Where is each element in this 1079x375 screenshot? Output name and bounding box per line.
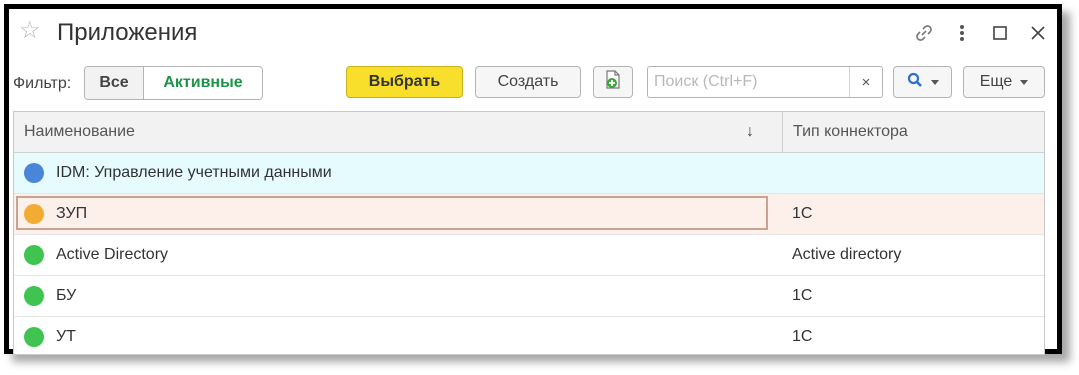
- row-name: УТ: [56, 328, 76, 345]
- more-button[interactable]: Еще: [963, 66, 1045, 98]
- status-dot-icon: [24, 327, 44, 347]
- link-icon[interactable]: [909, 17, 939, 49]
- maximize-icon[interactable]: [985, 17, 1015, 49]
- column-header-name[interactable]: Наименование: [24, 112, 764, 152]
- row-name: IDM: Управление учетными данными: [56, 164, 332, 181]
- table-row[interactable]: БУ 1С: [14, 276, 1044, 317]
- applications-table: Наименование ↓ Тип коннектора IDM: Управ…: [13, 111, 1045, 355]
- table-row[interactable]: IDM: Управление учетными данными: [14, 153, 1044, 194]
- clear-search-button[interactable]: ×: [849, 67, 882, 97]
- filter-label: Фильтр:: [13, 75, 72, 92]
- search-icon: [907, 72, 923, 93]
- current-cell-frame: [16, 196, 768, 230]
- more-vertical-icon[interactable]: [947, 17, 977, 49]
- add-document-icon: [604, 69, 622, 95]
- row-name: ЗУП: [56, 205, 88, 222]
- more-button-label: Еще: [979, 73, 1013, 90]
- status-dot-icon: [24, 245, 44, 265]
- row-connector-type: 1С: [792, 205, 813, 222]
- search-options-button[interactable]: [893, 66, 952, 98]
- select-button[interactable]: Выбрать: [346, 66, 463, 98]
- filter-active-button[interactable]: Активные: [144, 67, 262, 99]
- applications-window: ☆ Приложения Фильтр: Все Активные Выбрат…: [4, 4, 1062, 355]
- column-header-connector-type[interactable]: Тип коннектора: [782, 112, 1042, 152]
- page-title: Приложения: [57, 19, 198, 46]
- search-input[interactable]: [648, 67, 860, 97]
- title-bar: ☆ Приложения: [9, 9, 1057, 57]
- row-connector-type: 1С: [792, 328, 813, 345]
- create-copy-button[interactable]: [593, 66, 633, 98]
- row-connector-type: 1С: [792, 287, 813, 304]
- row-name: Active Directory: [56, 246, 169, 263]
- table-row[interactable]: ЗУП 1С: [14, 194, 1044, 235]
- create-button[interactable]: Создать: [475, 66, 581, 98]
- search-field: ×: [647, 66, 883, 98]
- star-icon[interactable]: ☆: [19, 19, 41, 43]
- table-header: Наименование ↓ Тип коннектора: [14, 112, 1044, 153]
- chevron-down-icon: [1020, 73, 1029, 91]
- filter-all-button[interactable]: Все: [85, 67, 144, 99]
- row-connector-type: Active directory: [792, 246, 902, 263]
- command-bar: Фильтр: Все Активные Выбрать Создать × Е…: [9, 63, 1057, 103]
- row-connector-type: [782, 153, 792, 193]
- status-dot-icon: [24, 286, 44, 306]
- sort-descending-icon: ↓: [746, 123, 754, 140]
- table-row[interactable]: Active Directory Active directory: [14, 235, 1044, 276]
- status-dot-icon: [24, 163, 44, 183]
- close-icon[interactable]: [1023, 17, 1053, 49]
- table-row[interactable]: УТ 1С: [14, 317, 1044, 354]
- status-dot-icon: [24, 204, 44, 224]
- filter-switch: Все Активные: [84, 66, 263, 100]
- chevron-down-icon: [930, 73, 939, 91]
- row-name: БУ: [56, 287, 77, 304]
